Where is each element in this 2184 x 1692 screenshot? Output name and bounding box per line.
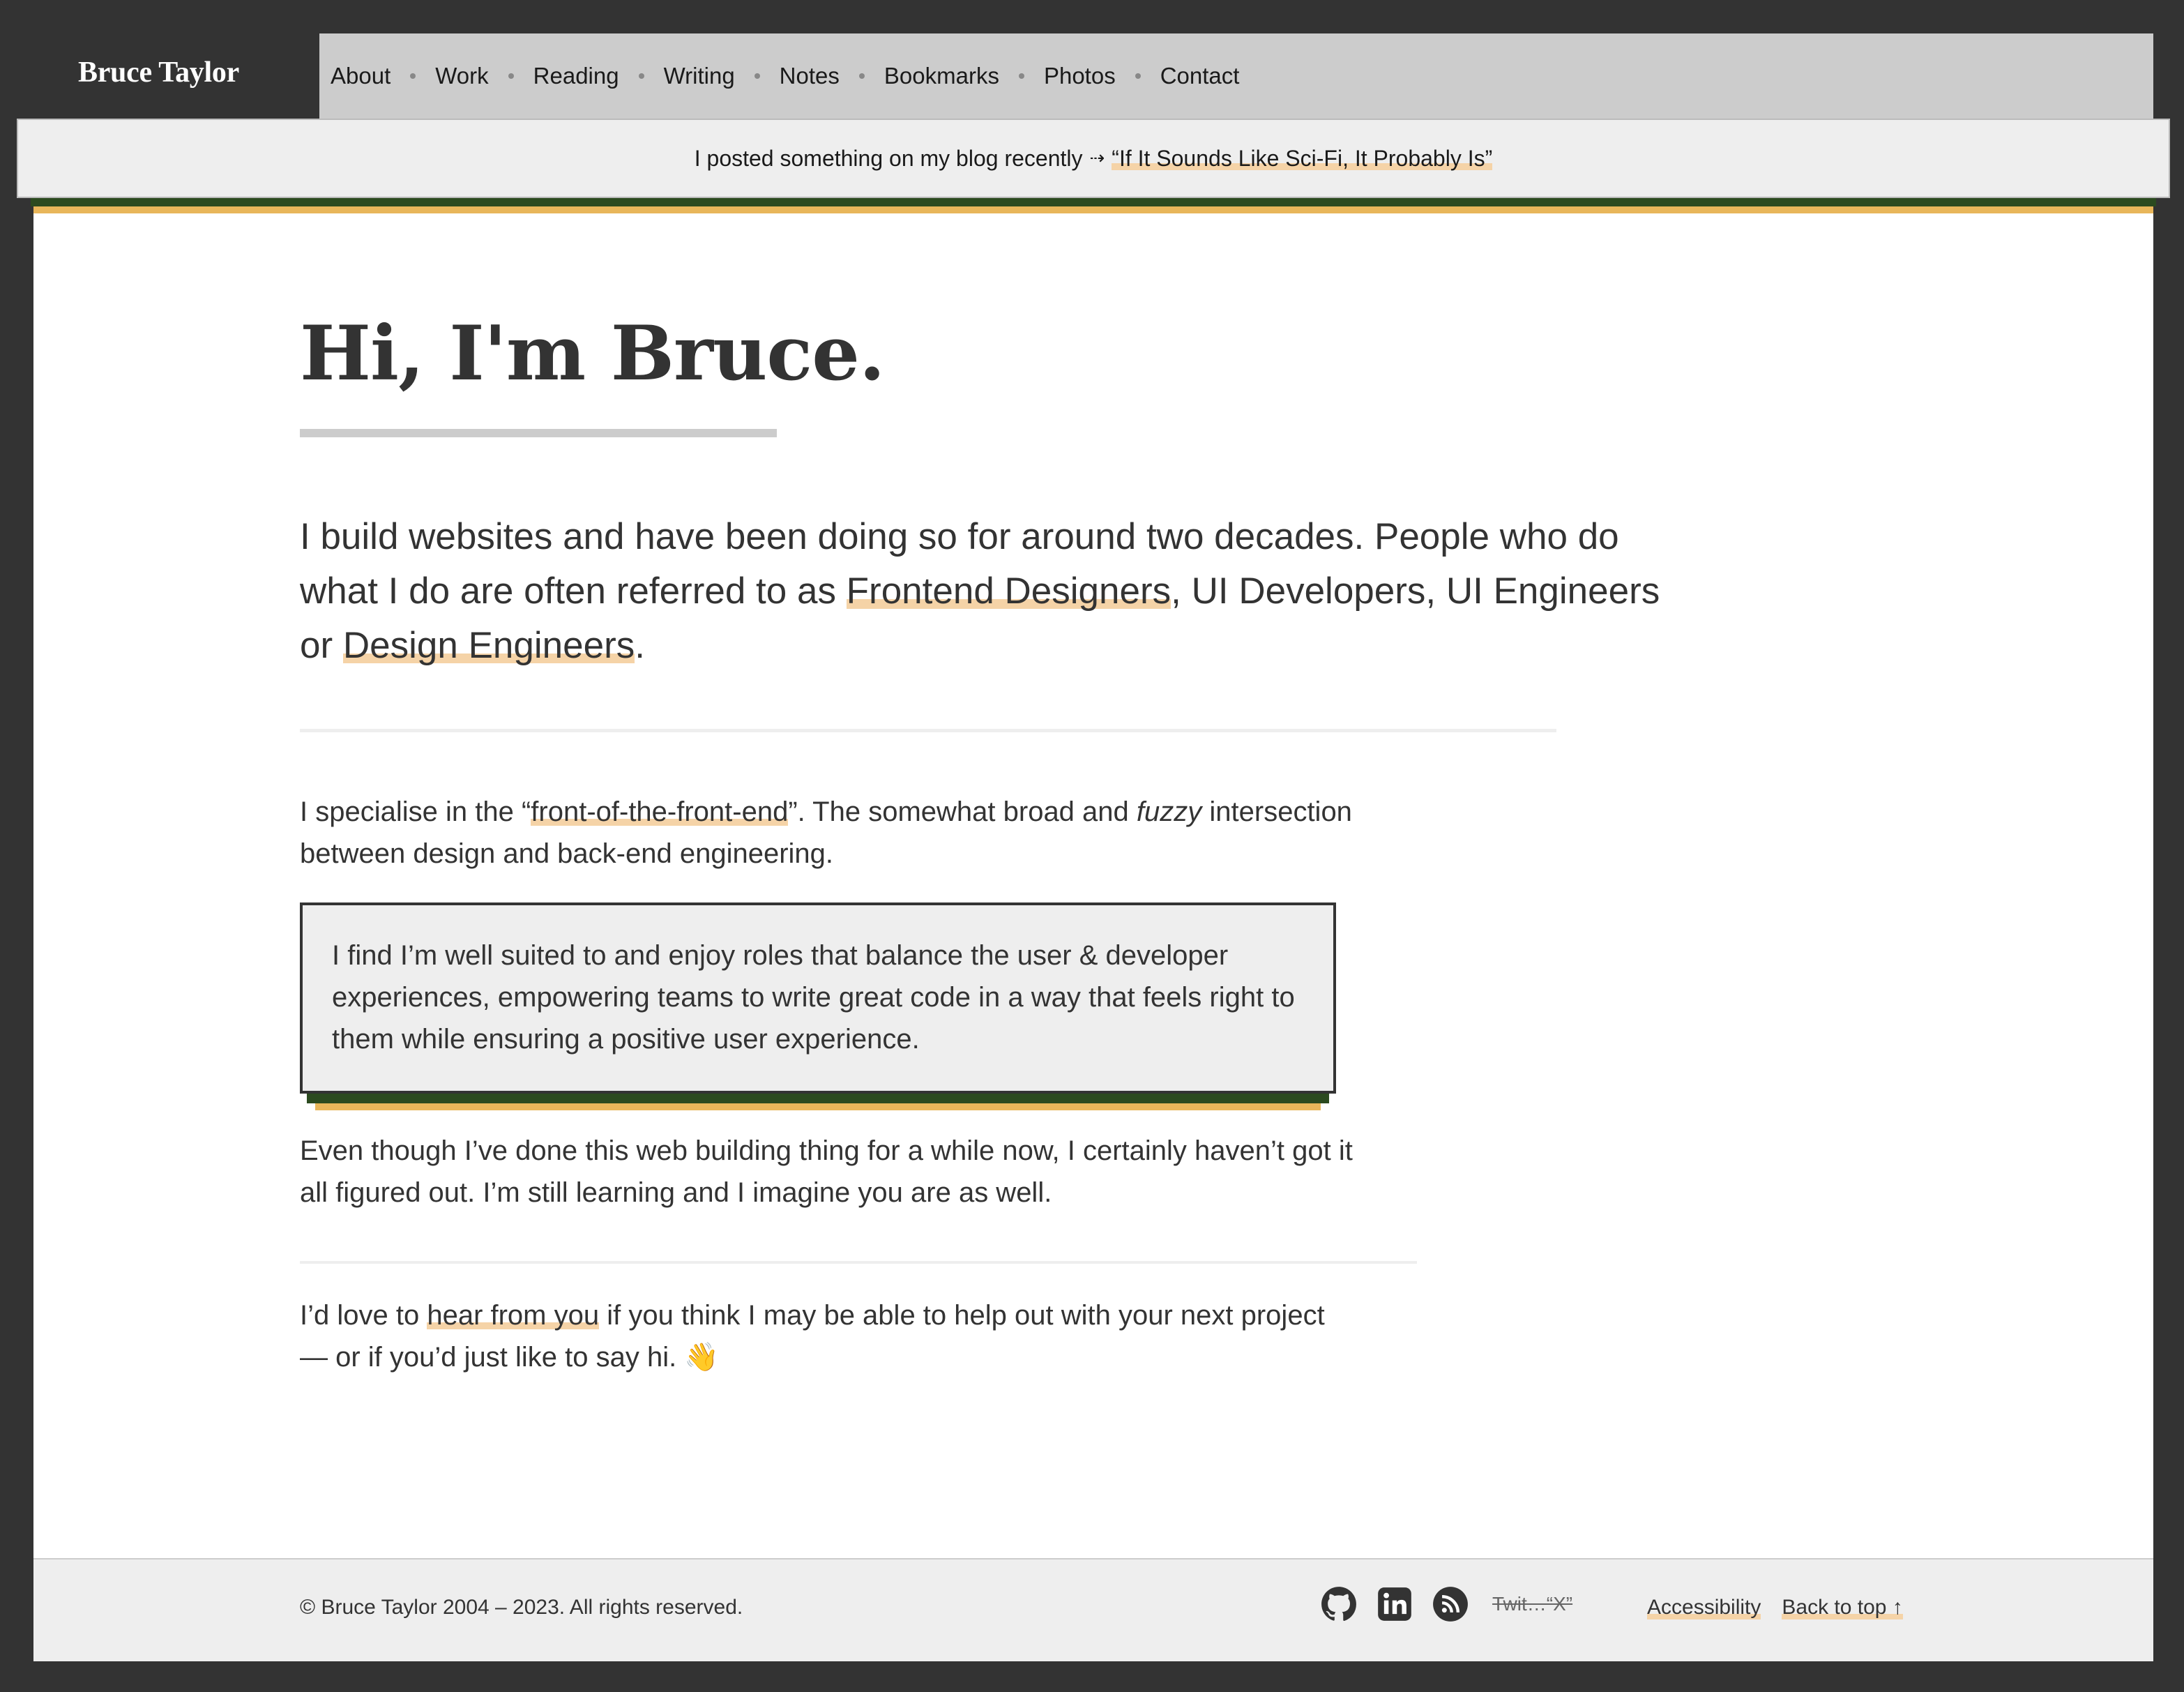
p1-emphasis: fuzzy [1136,796,1202,827]
waving-hand-icon: 👋 [684,1340,720,1373]
announcement-text: I posted something on my blog recently [694,145,1083,171]
accent-bar-gold [33,206,2153,213]
nav-separator [508,73,514,79]
section-divider [300,1260,1417,1264]
nav-link-notes[interactable]: Notes [780,63,840,89]
callout-shadow-gold [315,1103,1321,1110]
github-link[interactable] [1321,1586,1357,1622]
nav-separator [1135,73,1141,79]
title-underline [300,428,777,437]
page-title: Hi, I'm Bruce. [300,310,886,398]
rss-link[interactable] [1432,1586,1469,1622]
specialise-paragraph: I specialise in the “front-of-the-front-… [300,791,1360,875]
accessibility-link[interactable]: Accessibility [1647,1596,1761,1619]
nav-link-photos[interactable]: Photos [1044,63,1116,89]
site-header: Bruce Taylor About Work Reading Writing … [0,0,2153,152]
twitter-link[interactable]: Twit…“X” [1492,1593,1572,1615]
nav-item-photos: Photos [999,63,1116,89]
contact-paragraph: I’d love to hear from you if you think I… [300,1294,1360,1378]
main-content: Hi, I'm Bruce. I build websites and have… [300,312,1694,1378]
nav-link-contact[interactable]: Contact [1160,63,1240,89]
copyright-text: © Bruce Taylor 2004 – 2023. All rights r… [300,1596,743,1619]
back-to-top-link[interactable]: Back to top ↑ [1782,1596,1903,1619]
nav-item-reading: Reading [489,63,619,89]
frontend-designers-link[interactable]: Frontend Designers [846,570,1171,612]
main-nav: About Work Reading Writing Notes Bookmar… [331,33,1239,119]
p1-text-2: ”. The somewhat broad and [788,796,1137,827]
nav-separator [638,73,644,79]
hear-from-you-link[interactable]: hear from you [427,1299,600,1331]
page: Bruce Taylor About Work Reading Writing … [0,0,2170,1661]
nav-link-bookmarks[interactable]: Bookmarks [884,63,999,89]
nav-separator [754,73,760,79]
accent-bar-green [31,198,2156,206]
nav-item-notes: Notes [735,63,840,89]
nav-item-work: Work [390,63,489,89]
rss-icon [1433,1587,1468,1622]
linkedin-link[interactable] [1377,1586,1413,1622]
nav-item-contact: Contact [1116,63,1240,89]
nav-item-about: About [331,63,390,89]
arrow-right-icon: ⇢ [1089,148,1105,169]
nav-item-writing: Writing [619,63,735,89]
nav-separator [410,73,416,79]
p3-text-1: I’d love to [300,1299,427,1331]
nav-link-about[interactable]: About [331,63,390,89]
site-footer: © Bruce Taylor 2004 – 2023. All rights r… [33,1558,2153,1661]
nav-separator [858,73,865,79]
linkedin-icon [1378,1587,1411,1621]
callout-shadow-green [307,1093,1329,1103]
intro-lead: I build websites and have been doing so … [300,510,1667,673]
nav-link-work[interactable]: Work [435,63,488,89]
social-links: Twit…“X” [1321,1586,1572,1622]
design-engineers-link[interactable]: Design Engineers [342,624,635,666]
p1-text-1: I specialise in the “ [300,796,531,827]
brand-link[interactable]: Bruce Taylor [78,56,239,89]
footer-links: Accessibility Back to top ↑ [1647,1596,1903,1619]
lead-text-3: . [635,624,645,666]
front-of-front-end-link[interactable]: front-of-the-front-end [531,796,789,827]
nav-link-writing[interactable]: Writing [664,63,735,89]
callout-box: I find I’m well suited to and enjoy role… [300,902,1336,1110]
learning-paragraph: Even though I’ve done this web building … [300,1135,1353,1208]
announcement-post-link[interactable]: “If It Sounds Like Sci-Fi, It Probably I… [1112,145,1493,172]
announcement-banner: I posted something on my blog recently ⇢… [17,119,2170,198]
nav-item-bookmarks: Bookmarks [840,63,999,89]
github-icon [1321,1587,1356,1622]
callout-text: I find I’m well suited to and enjoy role… [332,939,1295,1055]
section-divider [300,728,1556,732]
nav-separator [1018,73,1024,79]
nav-link-reading[interactable]: Reading [533,63,619,89]
